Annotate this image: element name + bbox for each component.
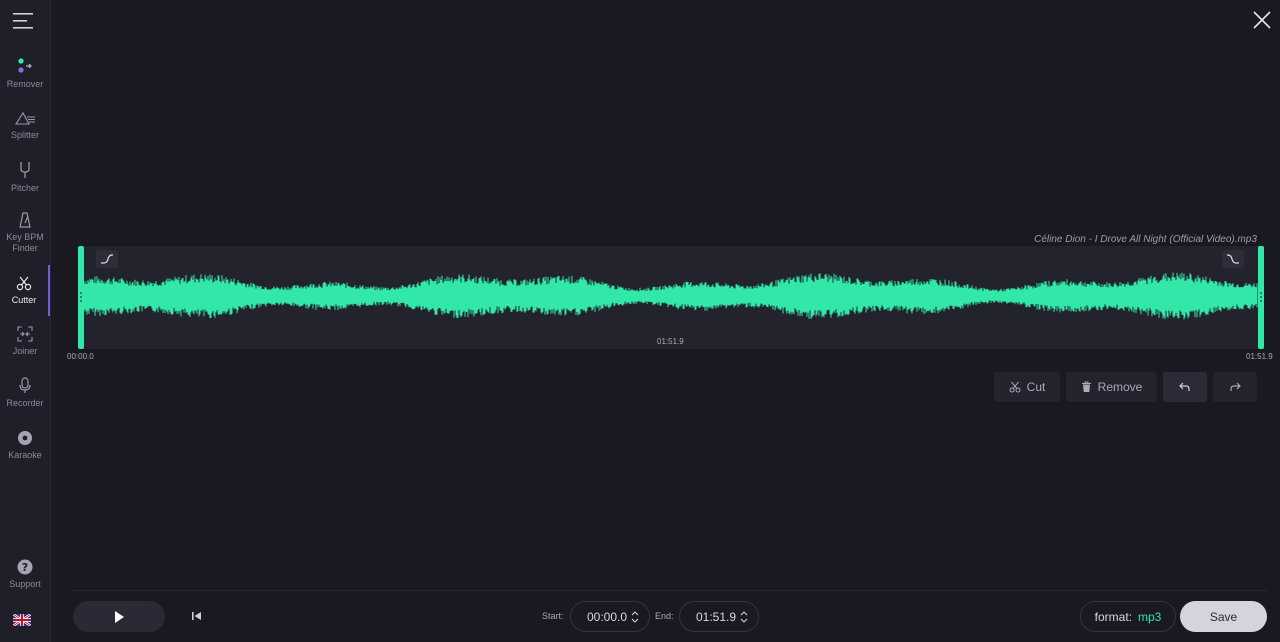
sidebar-item-label: Cutter	[11, 295, 37, 305]
sidebar-item-label: Recorder	[6, 398, 44, 408]
remove-button[interactable]: Remove	[1066, 372, 1157, 402]
scissors-icon	[1009, 381, 1021, 393]
fade-in-button[interactable]	[96, 250, 118, 268]
end-time-value: 01:51.9	[696, 609, 737, 624]
disc-icon	[18, 431, 32, 445]
end-label: End:	[655, 611, 674, 621]
format-label: format:	[1094, 609, 1132, 624]
trash-icon	[1081, 381, 1091, 392]
stepper-icon[interactable]	[631, 611, 639, 623]
metronome-icon	[19, 212, 31, 228]
sidebar-item-cutter[interactable]: Cutter	[0, 265, 50, 316]
stepper-icon[interactable]	[740, 611, 748, 623]
tuning-fork-icon	[20, 162, 30, 178]
sidebar-item-label: Key BPM Finder	[6, 232, 44, 253]
waveform-editor[interactable]	[78, 246, 1264, 349]
remove-label: Remove	[1097, 380, 1143, 394]
start-trim-handle[interactable]	[78, 246, 84, 349]
undo-icon	[1179, 382, 1190, 391]
divider	[73, 590, 1268, 591]
waveform[interactable]	[78, 246, 1264, 349]
format-value: mp3	[1138, 609, 1162, 624]
start-label: Start:	[542, 611, 564, 621]
play-button[interactable]	[73, 601, 165, 632]
sidebar-item-karaoke[interactable]: Karaoke	[0, 430, 50, 461]
redo-icon	[1230, 382, 1241, 391]
sidebar-item-label: Joiner	[12, 346, 38, 356]
help-icon: ?	[17, 559, 33, 575]
fade-out-button[interactable]	[1222, 250, 1244, 268]
fade-out-icon	[1227, 254, 1239, 264]
format-selector[interactable]: format: mp3	[1080, 601, 1176, 632]
svg-text:?: ?	[22, 561, 28, 574]
cut-button[interactable]: Cut	[994, 372, 1060, 402]
sidebar-item-label: Splitter	[10, 130, 39, 140]
play-icon	[115, 610, 124, 623]
microphone-icon	[19, 377, 31, 393]
menu-icon[interactable]	[13, 12, 35, 30]
sidebar-item-label: Karaoke	[8, 450, 42, 460]
center-time-marker: 01:51.9	[657, 337, 684, 346]
sidebar-item-splitter[interactable]: Splitter	[0, 111, 50, 141]
uk-flag-icon[interactable]	[13, 614, 31, 626]
waveform-path	[83, 272, 1258, 320]
start-time-field[interactable]: 00:00.0	[570, 601, 650, 632]
sidebar-item-joiner[interactable]: Joiner	[0, 326, 50, 357]
scissors-icon	[16, 276, 32, 291]
sidebar-item-key-bpm-finder[interactable]: Key BPM Finder	[0, 212, 50, 254]
save-button[interactable]: Save	[1180, 601, 1267, 632]
sidebar-item-pitcher[interactable]: Pitcher	[0, 161, 50, 194]
sidebar-item-label: Pitcher	[10, 183, 39, 193]
end-time-marker: 01:51.9	[1246, 352, 1273, 361]
close-icon[interactable]	[1252, 10, 1272, 30]
cut-label: Cut	[1026, 380, 1046, 394]
end-time-field[interactable]: 01:51.9	[679, 601, 759, 632]
undo-button[interactable]	[1163, 372, 1207, 402]
redo-button[interactable]	[1213, 372, 1257, 402]
splitter-icon	[14, 111, 35, 125]
sidebar-item-recorder[interactable]: Recorder	[0, 377, 50, 409]
start-time-value: 00:00.0	[587, 609, 628, 624]
start-time-marker: 00:00.0	[67, 352, 94, 361]
sidebar-item-support[interactable]: ? Support	[0, 559, 50, 590]
sidebar: Remover Splitter Pitcher Key BPM Finder …	[0, 0, 51, 642]
skip-to-start-icon[interactable]	[190, 609, 204, 623]
fade-in-icon	[101, 254, 113, 264]
file-name: Céline Dion - I Drove All Night (Officia…	[1034, 234, 1257, 245]
sidebar-item-remover[interactable]: Remover	[0, 58, 50, 90]
sidebar-item-label: Support	[9, 579, 41, 589]
joiner-icon	[17, 326, 33, 342]
sidebar-item-label: Remover	[6, 79, 44, 89]
end-trim-handle[interactable]	[1258, 246, 1264, 349]
remover-icon	[18, 58, 32, 73]
